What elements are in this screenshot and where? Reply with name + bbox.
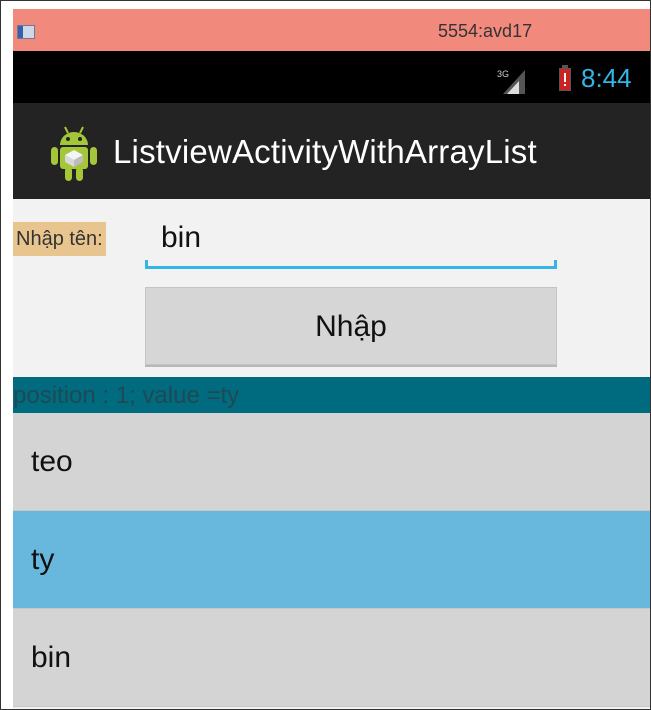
list-item[interactable]: bin [13, 609, 650, 707]
submit-button[interactable]: Nhập [145, 287, 557, 365]
name-input-value[interactable]: bin [161, 221, 201, 255]
list-item[interactable]: teo [13, 413, 650, 511]
action-bar: ListviewActivityWithArrayList [13, 103, 650, 199]
list-item-selected[interactable]: ty [13, 511, 650, 609]
battery-low-icon [559, 65, 571, 91]
emulator-title-bar: 5554:avd17 [13, 9, 650, 51]
name-list: teo ty bin [13, 413, 650, 707]
network-type-label: 3G [497, 69, 509, 79]
name-input-underline [145, 260, 557, 269]
name-input[interactable]: bin [145, 211, 557, 269]
emulator-window-icon [17, 25, 35, 39]
name-label: Nhập tên: [13, 222, 106, 256]
android-icon [51, 126, 97, 181]
signal-icon: 3G [497, 69, 525, 94]
emulator-title: 5554:avd17 [438, 21, 533, 41]
emulator-window: 5554:avd17 3G 8:44 ListviewActivityWithA… [0, 0, 651, 710]
status-bar: 3G 8:44 [13, 51, 650, 103]
selection-status-text: position : 1; value =ty [13, 377, 650, 413]
app-title: ListviewActivityWithArrayList [113, 133, 537, 170]
status-clock: 8:44 [581, 63, 632, 93]
main-content: Nhập tên: bin Nhập position : 1; value =… [13, 199, 650, 709]
